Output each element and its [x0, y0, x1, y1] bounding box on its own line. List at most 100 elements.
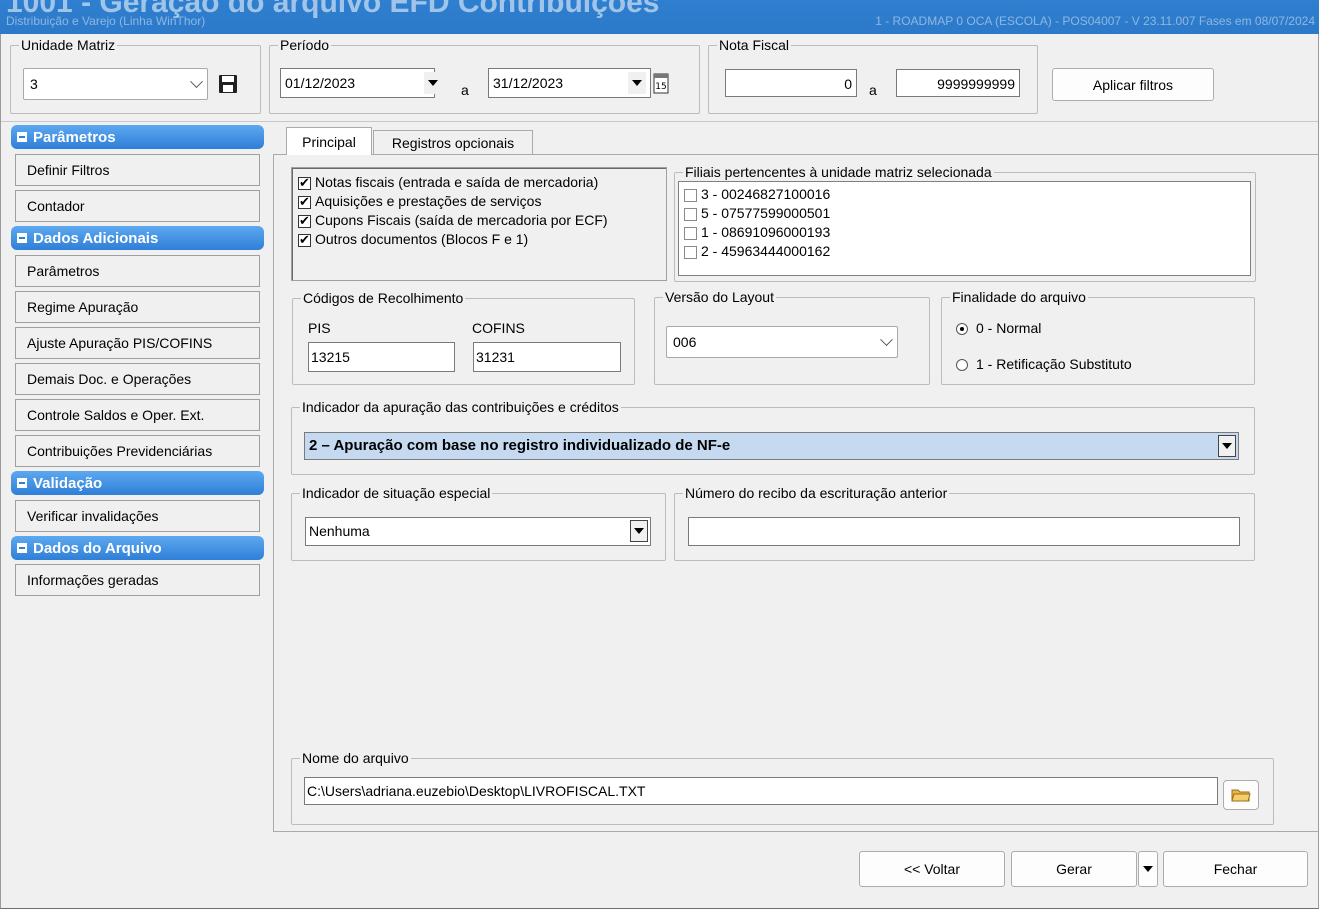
checkbox[interactable]: [684, 245, 697, 259]
indicador-apuracao-legend: Indicador da apuração das contribuições …: [300, 399, 621, 415]
filial-item[interactable]: 2 - 45963444000162: [684, 241, 830, 261]
finalidade-option-retificacao[interactable]: 1 - Retificação Substituto: [956, 354, 1132, 374]
generate-button[interactable]: Gerar: [1011, 851, 1137, 887]
sidebar-item-contador[interactable]: Contador: [15, 190, 260, 222]
close-button[interactable]: Fechar: [1163, 851, 1308, 887]
indicador-apuracao-select[interactable]: 2 – Apuração com base no registro indivi…: [304, 432, 1239, 460]
radio-button[interactable]: [956, 323, 968, 336]
generate-dropdown-button[interactable]: [1138, 851, 1158, 887]
document-item[interactable]: Notas fiscais (entrada e saída de mercad…: [298, 172, 598, 192]
unidade-matriz-legend: Unidade Matriz: [19, 37, 118, 53]
document-label: Outros documentos (Blocos F e 1): [315, 231, 529, 247]
sidebar-item-verificar-invalidacoes[interactable]: Verificar invalidações: [15, 500, 260, 532]
documents-checklist: Notas fiscais (entrada e saída de mercad…: [291, 167, 667, 281]
nota-fiscal-end-input[interactable]: 9999999999: [896, 69, 1020, 97]
sidebar-item-definir-filtros[interactable]: Definir Filtros: [15, 154, 260, 186]
save-icon[interactable]: [218, 74, 238, 94]
periodo-legend: Período: [278, 37, 332, 53]
versao-legend: Versão do Layout: [663, 289, 776, 305]
document-item[interactable]: Aquisições e prestações de serviços: [298, 191, 541, 211]
filiais-list: 3 - 00246827100016 5 - 07577599000501 1 …: [678, 181, 1251, 276]
sidebar-section-dados-arquivo[interactable]: Dados do Arquivo: [11, 536, 264, 560]
recibo-input[interactable]: [688, 517, 1240, 546]
sidebar-section-dados-adicionais[interactable]: Dados Adicionais: [11, 226, 264, 250]
periodo-start-value: 01/12/2023: [285, 75, 356, 91]
periodo-start-dropdown[interactable]: [424, 72, 442, 94]
sidebar-item-controle-saldos[interactable]: Controle Saldos e Oper. Ext.: [15, 399, 260, 431]
checkbox[interactable]: [298, 232, 311, 248]
checkbox[interactable]: [684, 188, 697, 202]
codigos-group: Códigos de Recolhimento PIS 13215 COFINS…: [292, 290, 635, 385]
nota-fiscal-start-input[interactable]: 0: [725, 69, 857, 97]
chevron-down-icon: [880, 332, 893, 346]
recibo-legend: Número do recibo da escrituração anterio…: [683, 485, 950, 501]
indicador-apuracao-dropdown[interactable]: [1218, 435, 1236, 457]
radio-label: 0 - Normal: [976, 320, 1042, 336]
checkbox[interactable]: [298, 175, 311, 191]
unidade-matriz-select[interactable]: 3: [23, 68, 208, 100]
document-item[interactable]: Cupons Fiscais (saída de mercadoria por …: [298, 210, 608, 230]
sidebar-item-informacoes-geradas[interactable]: Informações geradas: [15, 564, 260, 596]
radio-button[interactable]: [956, 359, 968, 372]
collapse-icon: [17, 478, 27, 488]
situacao-especial-legend: Indicador de situação especial: [300, 485, 493, 501]
checkbox[interactable]: [298, 213, 311, 229]
periodo-separator: a: [461, 82, 469, 98]
sidebar-item-label: Contador: [27, 198, 85, 214]
tab-principal[interactable]: Principal: [286, 127, 372, 155]
codigos-legend: Códigos de Recolhimento: [301, 290, 466, 306]
sidebar-section-validacao[interactable]: Validação: [11, 471, 264, 495]
calendar-icon[interactable]: 15: [652, 71, 670, 95]
sidebar-section-parametros[interactable]: Parâmetros: [11, 125, 264, 149]
filiais-group: Filiais pertencentes à unidade matriz se…: [674, 164, 1256, 282]
checkbox[interactable]: [684, 207, 697, 221]
filial-item[interactable]: 1 - 08691096000193: [684, 222, 830, 242]
sidebar-item-label: Contribuições Previdenciárias: [27, 443, 213, 459]
sidebar-item-label: Definir Filtros: [27, 162, 110, 178]
cofins-value: 31231: [476, 349, 515, 365]
sidebar-item-demais-doc[interactable]: Demais Doc. e Operações: [15, 363, 260, 395]
periodo-end-dropdown[interactable]: [628, 72, 646, 94]
collapse-icon: [17, 233, 27, 243]
section-title: Dados do Arquivo: [33, 539, 162, 557]
back-button[interactable]: << Voltar: [859, 851, 1005, 887]
nota-fiscal-separator: a: [869, 82, 877, 98]
pis-input[interactable]: 13215: [308, 342, 455, 372]
filial-label: 1 - 08691096000193: [701, 224, 831, 240]
pis-label: PIS: [308, 320, 331, 336]
arquivo-input[interactable]: C:\Users\adriana.euzebio\Desktop\LIVROFI…: [304, 777, 1218, 805]
indicador-apuracao-value: 2 – Apuração com base no registro indivi…: [309, 437, 731, 454]
tab-registros-opcionais[interactable]: Registros opcionais: [373, 130, 533, 155]
periodo-end-input[interactable]: 31/12/2023: [488, 68, 651, 98]
sidebar-item-parametros[interactable]: Parâmetros: [15, 255, 260, 287]
periodo-group: Período 01/12/2023 a 31/12/2023 15: [269, 37, 700, 114]
apply-filters-button[interactable]: Aplicar filtros: [1052, 68, 1214, 101]
sidebar-item-label: Verificar invalidações: [27, 508, 159, 524]
browse-folder-button[interactable]: [1223, 780, 1259, 810]
cofins-label: COFINS: [472, 320, 525, 336]
checkbox[interactable]: [298, 194, 311, 210]
window-info: 1 - ROADMAP 0 OCA (ESCOLA) - POS04007 - …: [875, 14, 1315, 28]
situacao-especial-select[interactable]: Nenhuma: [305, 517, 651, 546]
periodo-start-input[interactable]: 01/12/2023: [280, 68, 435, 98]
finalidade-option-normal[interactable]: 0 - Normal: [956, 318, 1041, 338]
checkbox[interactable]: [684, 226, 697, 240]
cofins-input[interactable]: 31231: [473, 342, 621, 372]
sidebar-item-ajuste-apuracao[interactable]: Ajuste Apuração PIS/COFINS: [15, 327, 260, 359]
filial-item[interactable]: 3 - 00246827100016: [684, 184, 830, 204]
document-label: Notas fiscais (entrada e saída de mercad…: [315, 174, 599, 190]
situacao-especial-value: Nenhuma: [309, 523, 370, 539]
periodo-end-value: 31/12/2023: [493, 75, 564, 91]
sidebar-item-contribuicoes-previdenciarias[interactable]: Contribuições Previdenciárias: [15, 435, 260, 467]
versao-select[interactable]: 006: [666, 326, 898, 358]
document-item[interactable]: Outros documentos (Blocos F e 1): [298, 229, 528, 249]
filial-item[interactable]: 5 - 07577599000501: [684, 203, 830, 223]
arquivo-value: C:\Users\adriana.euzebio\Desktop\LIVROFI…: [307, 783, 646, 799]
sidebar-item-regime-apuracao[interactable]: Regime Apuração: [15, 291, 260, 323]
recibo-group: Número do recibo da escrituração anterio…: [674, 485, 1255, 561]
divider: [1, 121, 1318, 122]
sidebar-item-label: Ajuste Apuração PIS/COFINS: [27, 335, 213, 351]
close-label: Fechar: [1213, 861, 1258, 877]
situacao-especial-dropdown[interactable]: [630, 520, 648, 542]
indicador-apuracao-group: Indicador da apuração das contribuições …: [291, 399, 1255, 475]
